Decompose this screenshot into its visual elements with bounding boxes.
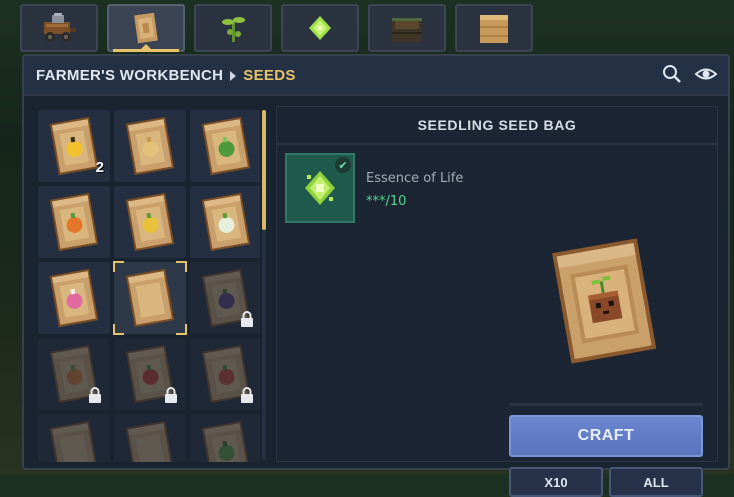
workbench-panel: FARMER'S WORKBENCH SEEDS 2 SEEDLING SEED… (22, 54, 730, 497)
stack-count: 2 (95, 159, 104, 176)
cauliflower-seed-bag-slot[interactable] (190, 186, 260, 258)
panel-header: FARMER'S WORKBENCH SEEDS (24, 56, 728, 96)
seed-bag-14-slot[interactable] (114, 414, 186, 462)
carrot-seed-bag-slot[interactable] (38, 186, 110, 258)
seed-bag-13-slot[interactable] (38, 414, 110, 462)
tab-sprouts[interactable] (194, 4, 272, 52)
recipe-detail: SEEDLING SEED BAG ✔ Essence of Life ***/… (276, 106, 718, 497)
lock-icon (241, 311, 253, 327)
craft-divider (509, 403, 703, 406)
tomato-seed-bag-slot[interactable] (114, 338, 186, 410)
sprout-icon (222, 17, 245, 42)
breadcrumb-category: SEEDS (243, 67, 296, 84)
scrollbar-thumb[interactable] (262, 110, 266, 230)
craft-button[interactable]: CRAFT (509, 415, 703, 457)
seed-bag-icon (49, 420, 99, 462)
seed-bag-icon (125, 116, 175, 176)
seed-bag-icon (201, 192, 251, 252)
essence-gem-icon (309, 16, 331, 40)
recipe-title: SEEDLING SEED BAG (417, 117, 577, 133)
tab-seeds[interactable] (107, 4, 185, 52)
active-tab-underline (113, 49, 179, 52)
title-divider (277, 143, 717, 145)
chevron-right-icon (230, 70, 237, 81)
tab-blocks[interactable] (455, 4, 533, 52)
chili-seed-bag-slot[interactable] (190, 338, 260, 410)
seed-bag-15-slot[interactable] (190, 414, 260, 462)
seed-bag-icon (49, 268, 99, 328)
selection-corner (176, 261, 187, 272)
tab-planters[interactable] (368, 4, 446, 52)
breadcrumb: FARMER'S WORKBENCH SEEDS (36, 67, 296, 84)
seed-bag-icon (201, 420, 251, 462)
craft-x10-button[interactable]: X10 (509, 467, 603, 497)
selection-corner (176, 324, 187, 335)
breadcrumb-workbench[interactable]: FARMER'S WORKBENCH (36, 67, 223, 84)
seedling-seed-bag-preview (552, 238, 657, 364)
category-tabs (0, 0, 734, 58)
eggplant-seed-bag-slot[interactable] (190, 262, 260, 334)
pumpkin-seed-bag-slot[interactable] (38, 338, 110, 410)
search-icon[interactable] (661, 64, 683, 84)
cabbage-seed-bag-slot[interactable] (190, 110, 260, 182)
selection-corner (113, 261, 124, 272)
wheat-seed-bag-slot[interactable] (114, 110, 186, 182)
selection-corner (113, 324, 124, 335)
seed-bag-icon (125, 420, 175, 462)
ingredient-name: Essence of Life (366, 171, 464, 186)
cart-icon (44, 13, 76, 42)
corn-seed-bag-slot[interactable] (114, 186, 186, 258)
lock-icon (89, 387, 101, 403)
ingredient-count: ***/10 (366, 194, 407, 209)
active-tab-caret (141, 44, 151, 49)
ingredient-slot[interactable]: ✔ (285, 153, 355, 223)
seed-bag-icon (201, 116, 251, 176)
seed-grid: 2 (30, 106, 260, 462)
seedling-seed-bag-slot[interactable] (113, 261, 187, 335)
seed-bag-icon (125, 192, 175, 252)
lock-icon (241, 387, 253, 403)
lock-icon (165, 387, 177, 403)
tab-vehicles[interactable] (20, 4, 98, 52)
sunflower-seed-bag-slot[interactable]: 2 (38, 110, 110, 182)
seed-bag-icon (49, 192, 99, 252)
wood-block-icon (480, 15, 508, 43)
tab-essences[interactable] (281, 4, 359, 52)
check-icon: ✔ (335, 157, 351, 173)
eye-icon[interactable] (694, 64, 718, 84)
seed-bag-icon (134, 12, 158, 44)
planter-box-icon (392, 18, 422, 42)
radish-seed-bag-slot[interactable] (38, 262, 110, 334)
craft-all-button[interactable]: ALL (609, 467, 703, 497)
